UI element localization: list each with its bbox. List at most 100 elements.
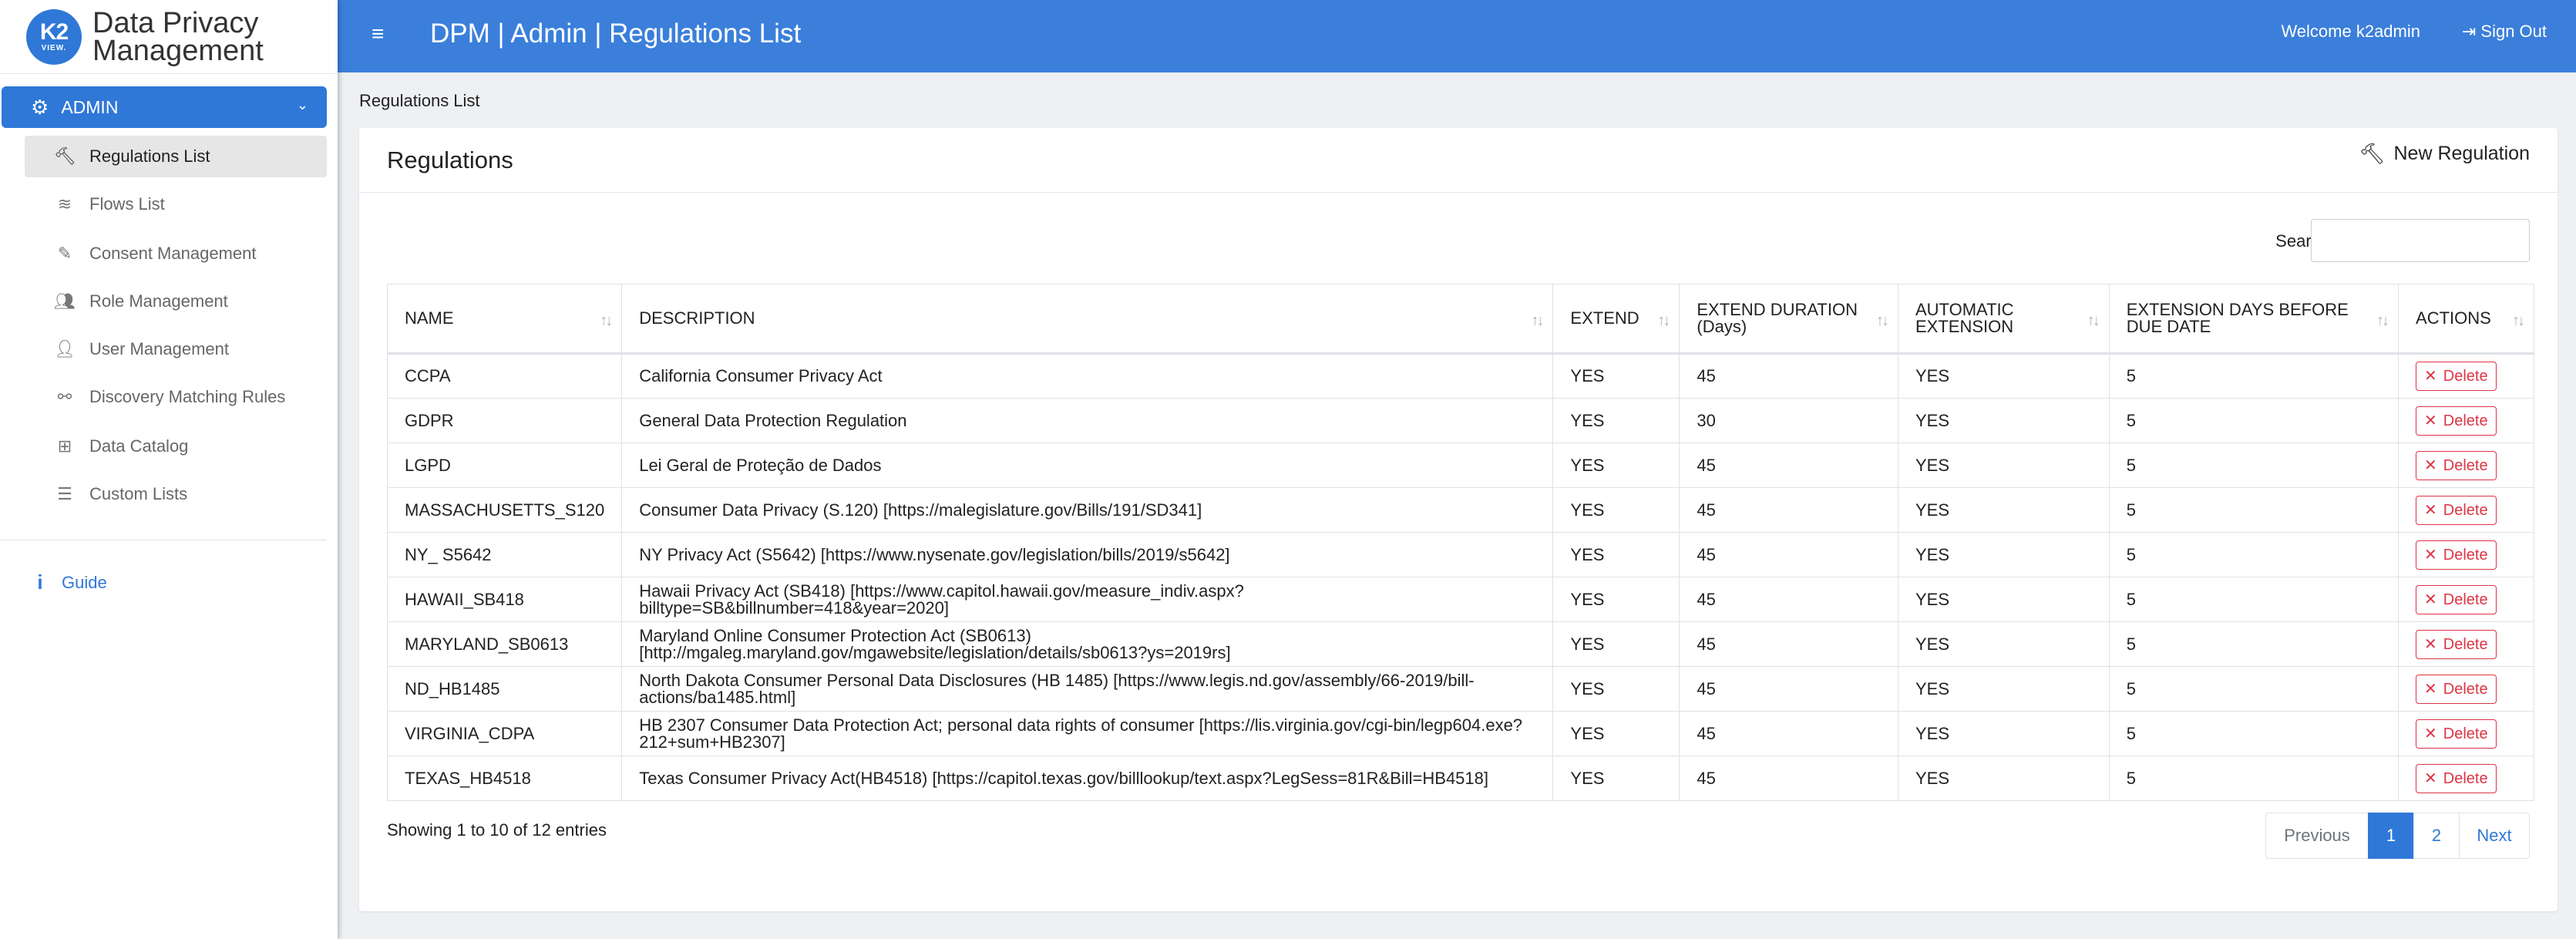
cell-extend: YES — [1552, 711, 1680, 756]
cell-actions: ✕ Delete — [2398, 353, 2534, 399]
column-header-description[interactable]: DESCRIPTION ↑↓ — [621, 284, 1554, 355]
sign-out-icon: ⇥ — [2461, 22, 2477, 41]
admin-section-label: ADMIN — [61, 96, 119, 117]
close-icon: ✕ — [2424, 769, 2437, 787]
delete-label: Delete — [2443, 368, 2488, 385]
list-icon: ☰ — [57, 484, 72, 503]
column-header-extend[interactable]: EXTEND ↑↓ — [1552, 284, 1680, 355]
sidebar-item-role-management[interactable]: 👥︎ Role Management — [25, 281, 327, 322]
sidebar-item-data-catalog[interactable]: ⊞ Data Catalog — [25, 426, 327, 467]
cell-description: NY Privacy Act (S5642) [https://www.nyse… — [621, 532, 1554, 577]
cell-name: NY_ S5642 — [386, 532, 623, 577]
page-2-button[interactable]: 2 — [2413, 813, 2460, 859]
pagination: Previous 1 2 Next — [2265, 813, 2530, 859]
sort-icon: ↑↓ — [1657, 312, 1670, 329]
sidebar-item-guide[interactable]: i Guide — [31, 570, 106, 594]
next-page-button[interactable]: Next — [2459, 813, 2530, 859]
previous-page-button[interactable]: Previous — [2265, 813, 2369, 859]
cell-actions: ✕ Delete — [2398, 577, 2534, 622]
sidebar-item-flows-list[interactable]: ≋ Flows List — [25, 183, 327, 225]
gavel-icon: 🔨︎ — [2359, 142, 2385, 165]
column-label: EXTENSION DAYS BEFORE DUE DATE — [2126, 300, 2349, 336]
delete-button[interactable]: ✕ Delete — [2416, 450, 2497, 480]
sidebar-item-custom-lists[interactable]: ☰ Custom Lists — [25, 473, 327, 515]
column-header-extend-duration[interactable]: EXTEND DURATION (Days) ↑↓ — [1679, 284, 1898, 355]
table-row: VIRGINIA_CDPA HB 2307 Consumer Data Prote… — [386, 711, 2534, 756]
sidebar-item-label: Role Management — [89, 291, 228, 311]
cell-extension-days: 5 — [2108, 756, 2399, 801]
column-header-name[interactable]: NAME ↑↓ — [386, 284, 623, 355]
delete-button[interactable]: ✕ Delete — [2416, 406, 2497, 436]
delete-label: Delete — [2443, 412, 2488, 429]
sidebar-item-user-management[interactable]: 👤︎ User Management — [25, 328, 327, 370]
k2view-logo: K2 VIEW. — [26, 8, 82, 65]
hamburger-menu-icon[interactable]: ≡ — [372, 22, 384, 46]
column-header-actions[interactable]: ACTIONS ↑↓ — [2398, 284, 2534, 355]
delete-button[interactable]: ✕ Delete — [2416, 719, 2497, 749]
close-icon: ✕ — [2424, 591, 2437, 608]
cell-description: Consumer Data Privacy (S.120) [https://m… — [621, 487, 1554, 533]
page-1-button[interactable]: 1 — [2368, 813, 2414, 859]
new-regulation-label: New Regulation — [2393, 143, 2531, 164]
table-row: MASSACHUSETTS_S120 Consumer Data Privacy … — [386, 487, 2534, 533]
cell-extend-duration: 45 — [1679, 353, 1898, 399]
gavel-icon: 🔨︎ — [54, 146, 76, 166]
table-row: GDPR General Data Protection Regulation YE… — [386, 398, 2534, 443]
close-icon: ✕ — [2424, 368, 2437, 385]
cell-extend-duration: 45 — [1679, 711, 1898, 756]
delete-button[interactable]: ✕ Delete — [2416, 584, 2497, 614]
new-regulation-button[interactable]: 🔨︎ New Regulation — [2359, 142, 2530, 166]
cell-extension-days: 5 — [2108, 532, 2399, 577]
cell-name: MASSACHUSETTS_S120 — [386, 487, 623, 533]
delete-button[interactable]: ✕ Delete — [2416, 763, 2497, 793]
breadcrumb: Regulations List — [359, 91, 480, 110]
sort-icon: ↑↓ — [2087, 312, 2100, 329]
cell-extend-duration: 45 — [1679, 756, 1898, 801]
close-icon: ✕ — [2424, 635, 2437, 653]
entries-info: Showing 1 to 10 of 12 entries — [387, 820, 607, 840]
delete-button[interactable]: ✕ Delete — [2416, 362, 2497, 391]
column-header-extension-days[interactable]: EXTENSION DAYS BEFORE DUE DATE ↑↓ — [2108, 284, 2399, 355]
cell-name: CCPA — [386, 353, 623, 399]
cell-extend: YES — [1552, 577, 1680, 622]
cell-description: Lei Geral de Proteção de Dados — [621, 443, 1554, 488]
delete-button[interactable]: ✕ Delete — [2416, 674, 2497, 704]
cell-extend: YES — [1552, 621, 1680, 667]
sort-icon: ↑↓ — [600, 312, 613, 329]
column-header-automatic-extension[interactable]: AUTOMATIC EXTENSION ↑↓ — [1897, 284, 2110, 355]
delete-button[interactable]: ✕ Delete — [2416, 629, 2497, 659]
sidebar-item-discovery-matching-rules[interactable]: ⚯ Discovery Matching Rules — [25, 376, 327, 418]
sort-icon: ↑↓ — [2376, 312, 2389, 329]
cell-extend: YES — [1552, 487, 1680, 533]
delete-label: Delete — [2443, 769, 2488, 787]
binoculars-icon: ⚯ — [57, 387, 72, 406]
cell-actions: ✕ Delete — [2398, 443, 2534, 488]
close-icon: ✕ — [2424, 501, 2437, 519]
table-row: NY_ S5642 NY Privacy Act (S5642) [https:/… — [386, 532, 2534, 577]
card-title: Regulations — [387, 146, 513, 173]
cell-extension-days: 5 — [2108, 398, 2399, 443]
table-header-row: NAME ↑↓ DESCRIPTION ↑↓ EXTEND ↑↓ EXTEND DUR… — [386, 284, 2534, 355]
sidebar-item-regulations-list[interactable]: 🔨︎ Regulations List — [25, 136, 327, 177]
column-label: NAME — [405, 308, 454, 328]
delete-button[interactable]: ✕ Delete — [2416, 540, 2497, 570]
admin-section-toggle[interactable]: ⚙ ADMIN ⌄ — [2, 86, 327, 128]
cell-extend: YES — [1552, 532, 1680, 577]
cell-extend-duration: 45 — [1679, 487, 1898, 533]
cell-actions: ✕ Delete — [2398, 487, 2534, 533]
sidebar-item-consent-management[interactable]: ✎ Consent Management — [25, 233, 327, 274]
cell-extend: YES — [1552, 398, 1680, 443]
cell-description: HB 2307 Consumer Data Protection Act; pe… — [621, 711, 1554, 756]
cell-extend-duration: 45 — [1679, 532, 1898, 577]
delete-button[interactable]: ✕ Delete — [2416, 495, 2497, 525]
sign-out-label: Sign Out — [2480, 22, 2547, 41]
top-bar: ≡ DPM | Admin | Regulations List Welcome… — [338, 0, 2576, 72]
search-input[interactable] — [2311, 219, 2530, 262]
cell-extend: YES — [1552, 666, 1680, 712]
close-icon: ✕ — [2424, 456, 2437, 474]
sign-out-link[interactable]: ⇥ Sign Out — [2462, 22, 2547, 42]
cell-automatic-extension: YES — [1897, 398, 2110, 443]
table-row: LGPD Lei Geral de Proteção de Dados YES 45 Y… — [386, 443, 2534, 488]
cell-description: Hawaii Privacy Act (SB418) [https://www.… — [621, 577, 1554, 622]
delete-label: Delete — [2443, 591, 2488, 608]
